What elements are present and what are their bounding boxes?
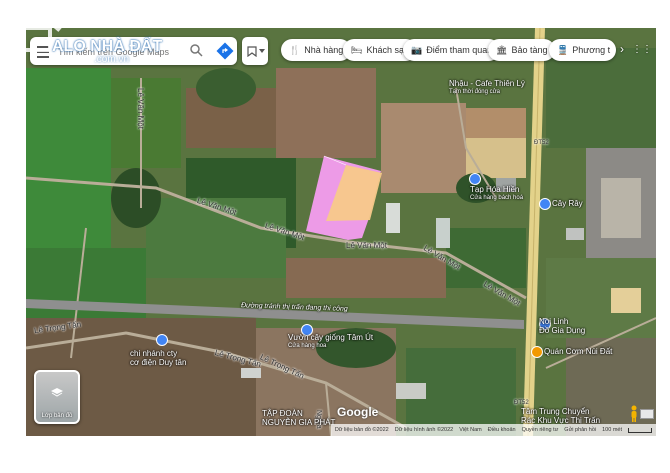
directions-icon[interactable]	[216, 42, 234, 60]
street-label-le-van-mot: Lê Văn Một	[346, 241, 387, 250]
poi-chi-nhanh-label[interactable]: chi nhánh cty cơ điện Duy tân	[130, 349, 186, 368]
poi-taphoa-label[interactable]: Tạp Hóa Hiền Cửa hàng bách hoá	[470, 185, 523, 201]
attribution-bar: Dữ liệu bản đồ ©2022 Dữ liệu hình ảnh ©2…	[330, 424, 656, 436]
poi-tap-doan-label[interactable]: TẬP ĐOÀN NGUYỄN GIA PHÁT	[262, 409, 335, 428]
feedback-link[interactable]: Gửi phản hồi	[564, 427, 596, 433]
bookmark-icon	[247, 46, 257, 57]
satellite-map[interactable]: Lê Văn Một Lê Văn Một Lê Văn Một Lê Văn …	[26, 28, 656, 436]
shop-icon[interactable]	[469, 173, 481, 185]
scale-label: 100 mét	[602, 427, 622, 433]
terms-link[interactable]: Điều khoản	[488, 427, 516, 433]
search-icon[interactable]	[190, 44, 203, 57]
poi-quan-com-label[interactable]: Quán Cơm Núi Đất	[544, 347, 612, 357]
map-thumbnail-icon[interactable]	[640, 409, 654, 419]
chip-restaurants[interactable]: 🍴 Nhà hàng	[281, 39, 352, 61]
poi-trung-chuyen-label[interactable]: Tâm Trung Chuyển Rác Khu Vực Thị Trấn	[521, 407, 600, 426]
route-label-dt52: ĐT52	[514, 400, 529, 406]
region-link[interactable]: Việt Nam	[459, 427, 482, 433]
poi-vuon-cay-label[interactable]: Vườn cây giống Tâm Út Cửa hàng hoa	[288, 333, 373, 349]
privacy-link[interactable]: Quyền riêng tư	[522, 427, 559, 433]
place-icon[interactable]	[539, 198, 551, 210]
camera-icon: 📷	[411, 44, 423, 55]
fork-knife-icon: 🍴	[289, 44, 301, 55]
watermark-logo: ALO NHÀ ĐẤT .com.vn	[0, 0, 170, 70]
poi-cay-ray-label[interactable]: Cây Rây	[552, 199, 583, 209]
bed-icon: 🛏	[351, 44, 363, 55]
chevron-down-icon	[259, 49, 265, 53]
poi-cafe-label[interactable]: Nhậu - Cafe Thiên Lý Tạm thời đóng cửa	[449, 79, 525, 95]
chip-attractions[interactable]: 📷 Điểm tham quan	[403, 39, 501, 61]
layers-icon	[51, 388, 63, 397]
saved-places-button[interactable]	[242, 37, 268, 65]
layers-button[interactable]: Lớp bản đồ	[34, 370, 80, 424]
chip-transit[interactable]: 🚆 Phương t	[549, 39, 616, 61]
satellite-imagery	[26, 28, 656, 436]
transit-icon: 🚆	[557, 44, 569, 55]
pegman-icon[interactable]	[629, 405, 639, 423]
apps-grid-icon[interactable]: ⋮⋮	[632, 44, 652, 55]
google-logo: Google	[337, 405, 379, 419]
business-icon[interactable]	[156, 334, 168, 346]
museum-icon: 🏛	[496, 44, 508, 55]
street-label-le-van-mot: Lê Văn Một	[136, 88, 145, 129]
scale-bar	[628, 427, 652, 433]
poi-noi-linh-label[interactable]: Noi Linh Đồ Gia Dụng	[539, 317, 585, 336]
route-label-dt52: ĐT52	[534, 140, 549, 146]
chip-museums[interactable]: 🏛 Bảo tàng	[488, 39, 556, 61]
restaurant-icon[interactable]	[531, 346, 543, 358]
